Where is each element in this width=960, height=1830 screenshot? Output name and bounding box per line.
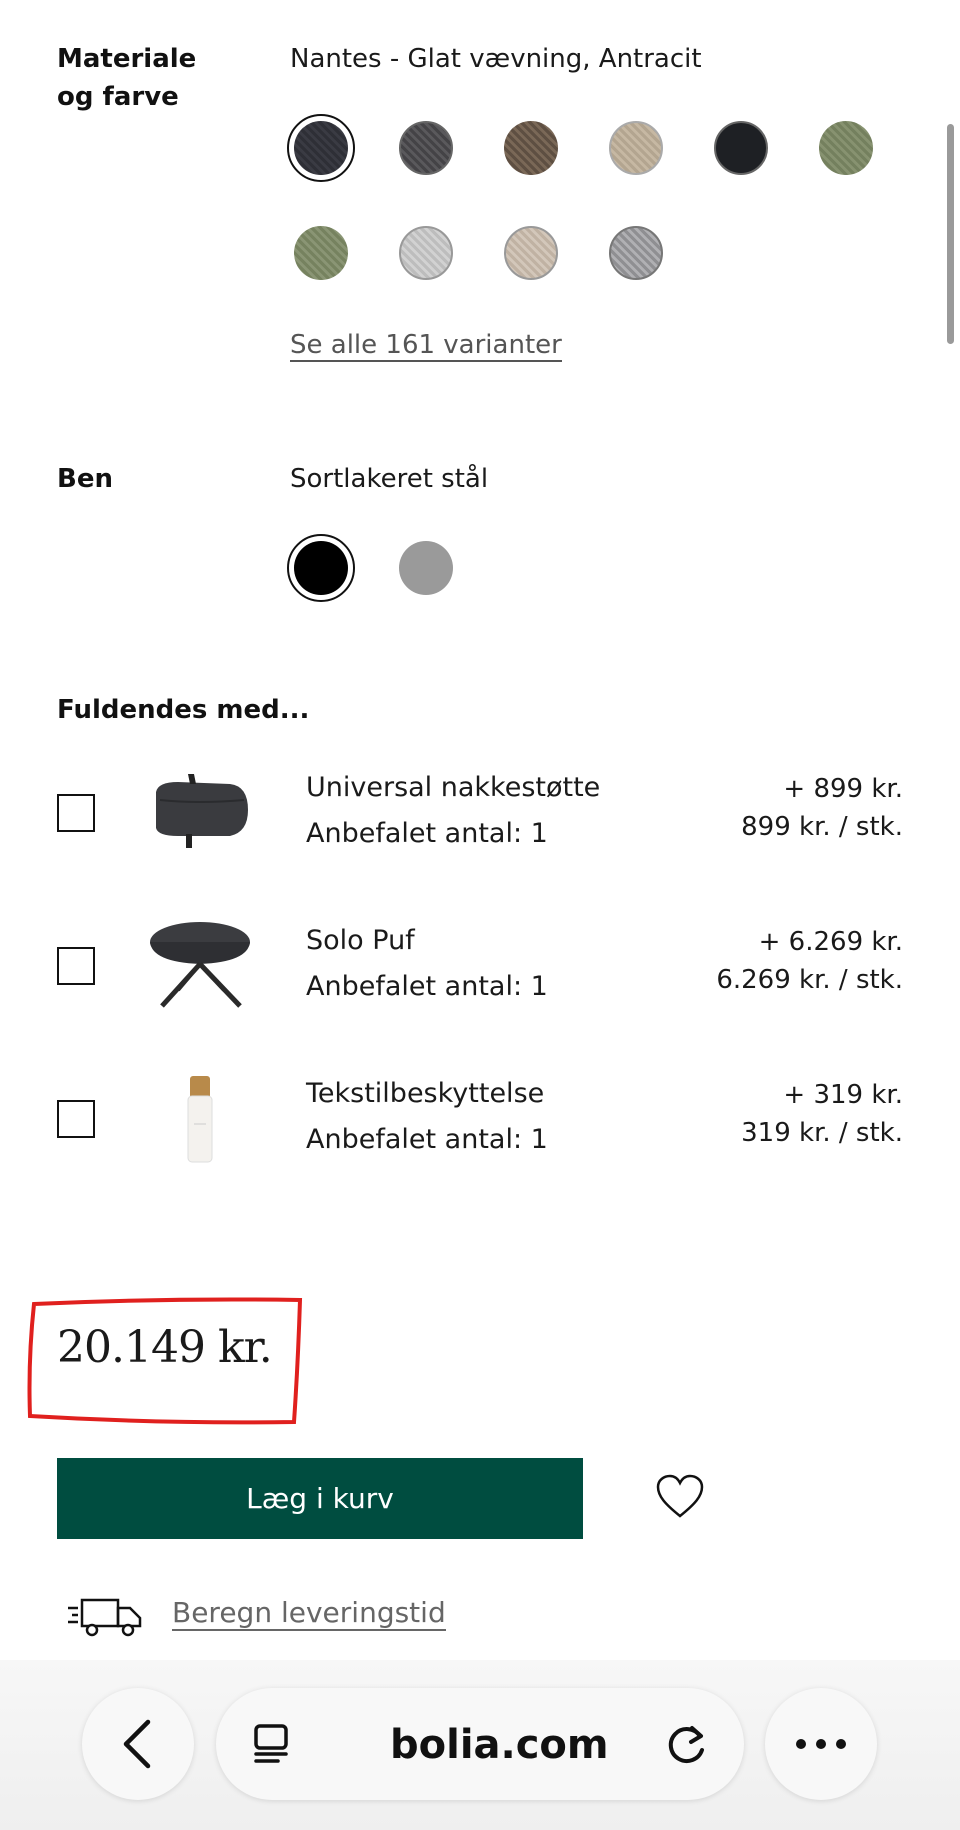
accessory-recommended: Anbefalet antal: 1 [306, 971, 548, 1002]
accessory-name: Universal nakkestøtte [306, 772, 601, 803]
delivery-time-link[interactable]: Beregn leveringstid [172, 1596, 446, 1631]
accessory-recommended: Anbefalet antal: 1 [306, 818, 548, 849]
reload-icon[interactable] [664, 1722, 710, 1772]
material-label-line2: og farve [57, 82, 179, 112]
see-all-variants-link[interactable]: Se alle 161 varianter [290, 330, 562, 362]
neck-rest-image [148, 770, 252, 850]
accessory-price-add: + 319 kr. [783, 1080, 903, 1110]
solo-puf-image [148, 920, 252, 1010]
legs-selected-value: Sortlakeret stål [290, 464, 489, 494]
accessory-item-puf: Solo Puf Anbefalet antal: 1 [306, 923, 548, 1005]
delivery-truck-icon [66, 1594, 144, 1642]
accessory-item-textile: Tekstilbeskyttelse Anbefalet antal: 1 [306, 1076, 548, 1158]
accessory-price-add: + 899 kr. [783, 774, 903, 804]
delivery-link-wrap: Beregn leveringstid [172, 1596, 446, 1631]
material-swatch-dark-grey[interactable] [399, 121, 453, 175]
material-swatch-grey[interactable] [609, 226, 663, 280]
accessory-checkbox-neck[interactable] [57, 794, 95, 832]
leg-swatch-black[interactable] [294, 541, 348, 595]
accessories-title: Fuldendes med... [57, 695, 310, 725]
accessory-checkbox-textile[interactable] [57, 1100, 95, 1138]
material-swatch-light-grey[interactable] [399, 226, 453, 280]
url-text[interactable]: bolia.com [390, 1722, 609, 1768]
leg-swatch-grey[interactable] [399, 541, 453, 595]
material-swatch-beige[interactable] [504, 226, 558, 280]
material-swatch-black[interactable] [714, 121, 768, 175]
chevron-left-icon [123, 1719, 151, 1769]
more-dots-icon [796, 1739, 846, 1749]
accessory-unit-price: 6.269 kr. / stk. [716, 965, 903, 995]
tabs-icon[interactable] [252, 1722, 292, 1770]
material-swatch-antracit[interactable] [294, 121, 348, 175]
add-to-cart-button[interactable]: Læg i kurv [57, 1458, 583, 1539]
back-button[interactable] [82, 1688, 194, 1800]
material-swatch-sage[interactable] [294, 226, 348, 280]
accessory-recommended: Anbefalet antal: 1 [306, 1124, 548, 1155]
see-all-variants-wrap: Se alle 161 varianter [290, 328, 562, 362]
material-label-line1: Materiale [57, 44, 197, 74]
total-price: 20.149 kr. [57, 1322, 273, 1373]
material-swatch-sand[interactable] [609, 121, 663, 175]
accessory-price-textile: + 319 kr. 319 kr. / stk. [603, 1076, 903, 1152]
accessory-price-neck: + 899 kr. 899 kr. / stk. [603, 770, 903, 846]
accessory-name: Solo Puf [306, 925, 415, 956]
material-swatch-olive[interactable] [819, 121, 873, 175]
accessory-price-add: + 6.269 kr. [758, 927, 903, 957]
accessory-unit-price: 319 kr. / stk. [741, 1118, 903, 1148]
material-swatch-brown[interactable] [504, 121, 558, 175]
favorite-heart-icon[interactable] [655, 1474, 705, 1524]
legs-section-label: Ben [57, 464, 113, 494]
material-section-label: Materiale og farve [57, 40, 196, 116]
page-scrollbar[interactable] [947, 124, 954, 344]
textile-protection-image [184, 1074, 216, 1164]
accessory-price-puf: + 6.269 kr. 6.269 kr. / stk. [603, 923, 903, 999]
accessory-checkbox-puf[interactable] [57, 947, 95, 985]
material-selected-value: Nantes - Glat vævning, Antracit [290, 44, 702, 74]
accessory-name: Tekstilbeskyttelse [306, 1078, 545, 1109]
more-menu-button[interactable] [765, 1688, 877, 1800]
accessory-item-neck: Universal nakkestøtte Anbefalet antal: 1 [306, 770, 600, 852]
accessory-unit-price: 899 kr. / stk. [741, 812, 903, 842]
